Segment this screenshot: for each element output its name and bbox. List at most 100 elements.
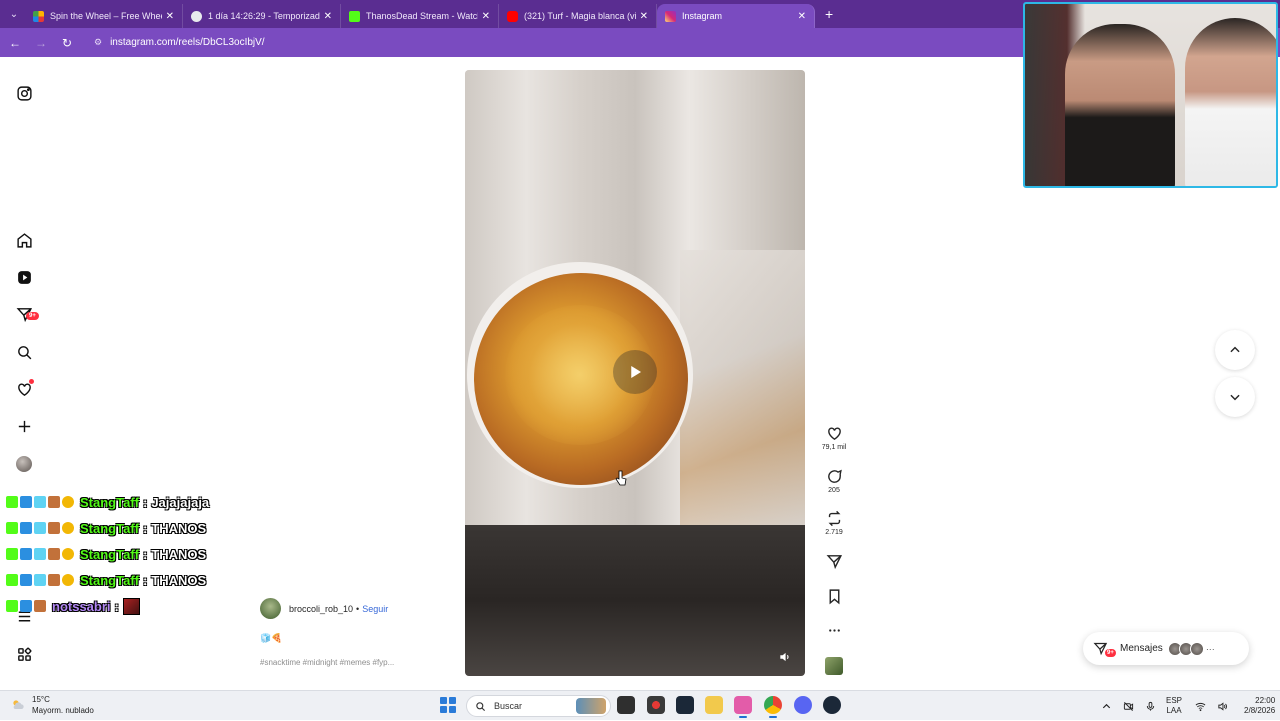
volume-icon[interactable]: [778, 650, 792, 664]
discord-icon[interactable]: [794, 696, 812, 714]
next-reel-button[interactable]: [1215, 377, 1255, 417]
audio-thumbnail[interactable]: [825, 657, 843, 675]
new-tab-button[interactable]: +: [825, 6, 833, 22]
windows-taskbar: 15°C Mayorm. nublado Buscar ESP LAA 22:0…: [0, 690, 1280, 720]
chat-message: notssabri :: [6, 593, 306, 619]
heart-icon[interactable]: [14, 379, 34, 399]
clock-date: 2/8/2026: [1244, 706, 1276, 715]
instagram-favicon-icon: [665, 10, 676, 22]
file-explorer-icon[interactable]: [705, 696, 723, 714]
taskbar-search[interactable]: Buscar: [466, 695, 611, 717]
weather-text: 15°C Mayorm. nublado: [32, 694, 94, 716]
url-text: instagram.com/reels/DbCL3ocIbjV/: [110, 37, 265, 48]
input-language[interactable]: ESP LAA: [1166, 696, 1182, 716]
close-tab-icon[interactable]: ✕: [166, 11, 174, 22]
meet-now-icon[interactable]: [1122, 700, 1134, 712]
chat-separator: :: [142, 520, 148, 536]
previous-reel-button[interactable]: [1215, 330, 1255, 370]
chat-username: StangTaff: [80, 546, 139, 562]
steam-app-icon[interactable]: [823, 696, 841, 714]
steam-icon[interactable]: [676, 696, 694, 714]
chat-message: StangTaff : THANOS: [6, 541, 306, 567]
comment-count: 205: [828, 487, 840, 494]
stream-app-icon[interactable]: [734, 696, 752, 718]
obs-icon[interactable]: [647, 696, 665, 714]
notifications-badge: 9+: [26, 312, 39, 320]
chat-badges: [6, 574, 76, 586]
chat-text: THANOS: [151, 546, 207, 562]
weather-widget[interactable]: 15°C Mayorm. nublado: [10, 694, 94, 716]
tab-temporizador[interactable]: 1 día 14:26:29 - Temporizador ✕: [183, 4, 341, 28]
chat-username: StangTaff: [80, 572, 139, 588]
share-action[interactable]: [818, 553, 850, 572]
profile-avatar[interactable]: [14, 454, 34, 474]
youtube-favicon-icon: [507, 10, 518, 22]
volume-icon[interactable]: [1216, 700, 1228, 712]
tray-chevron-up-icon[interactable]: [1100, 700, 1112, 712]
play-button[interactable]: [613, 350, 657, 394]
messages-badge: 9+: [1105, 649, 1116, 657]
streamer-webcam: [1023, 2, 1278, 188]
home-icon[interactable]: [14, 230, 34, 250]
comment-action[interactable]: 205: [818, 468, 850, 494]
chat-text: THANOS: [151, 572, 207, 588]
reel-video[interactable]: [465, 70, 805, 676]
weather-desc: Mayorm. nublado: [32, 706, 94, 715]
chat-username: notssabri: [52, 598, 111, 614]
messages-label: Mensajes: [1120, 643, 1163, 654]
caption-hashtags[interactable]: #snacktime #midnight #memes #fyp...: [260, 658, 460, 667]
chat-username: StangTaff: [80, 494, 139, 510]
meta-icon[interactable]: [14, 644, 34, 664]
wifi-icon[interactable]: [1194, 700, 1206, 712]
microphone-icon[interactable]: [1144, 700, 1156, 712]
chat-badges: [6, 522, 76, 534]
timer-favicon-icon: [191, 10, 202, 22]
tab-youtube-turf[interactable]: (321) Turf - Magia blanca (vide ✕: [499, 4, 657, 28]
clock[interactable]: 22:00 2/8/2026: [1244, 696, 1275, 716]
repost-action[interactable]: 2.719: [818, 510, 850, 536]
chat-message: StangTaff : THANOS: [6, 515, 306, 541]
more-options-action[interactable]: [818, 622, 850, 641]
follow-button[interactable]: Seguir: [362, 604, 388, 614]
reload-icon[interactable]: ↻: [56, 36, 78, 50]
close-tab-icon[interactable]: ✕: [640, 11, 648, 22]
task-view-icon[interactable]: [617, 696, 635, 714]
chrome-icon[interactable]: [764, 696, 782, 718]
tab-instagram[interactable]: Instagram ✕: [657, 4, 815, 28]
windows-start-icon[interactable]: [440, 697, 456, 713]
stream-chat-overlay: StangTaff : Jajajajaja StangTaff : THANO…: [6, 489, 306, 619]
marble-vein: [680, 250, 805, 525]
tab-title: ThanosDead Stream - Watch Li: [366, 11, 478, 21]
tab-thanosdead-stream[interactable]: ThanosDead Stream - Watch Li ✕: [341, 4, 499, 28]
share-icon: [826, 555, 842, 570]
tab-search-chevron-icon[interactable]: ⌄: [3, 3, 25, 25]
wheel-favicon-icon: [33, 10, 44, 22]
search-placeholder: Buscar: [494, 701, 523, 711]
instagram-logo-icon[interactable]: [14, 83, 34, 103]
save-action[interactable]: [818, 588, 850, 607]
author-separator: •: [356, 603, 360, 614]
close-tab-icon[interactable]: ✕: [324, 11, 332, 22]
tab-title: Spin the Wheel – Free Wheel Sp: [50, 11, 162, 21]
lang-top: ESP: [1166, 696, 1183, 705]
site-info-icon[interactable]: ⚙: [94, 37, 102, 48]
chat-username: StangTaff: [80, 520, 139, 536]
chat-text: Jajajajaja: [151, 494, 210, 510]
chevron-up-icon: [1230, 346, 1240, 353]
messages-more: ···: [1205, 643, 1215, 654]
close-tab-icon[interactable]: ✕: [798, 11, 806, 22]
search-icon[interactable]: [14, 342, 34, 362]
direct-icon[interactable]: 9+: [14, 304, 39, 324]
chat-message: StangTaff : THANOS: [6, 567, 306, 593]
back-arrow-icon[interactable]: ←: [4, 36, 26, 50]
reels-icon[interactable]: [14, 267, 34, 287]
create-icon[interactable]: [14, 416, 34, 436]
tab-spin-the-wheel[interactable]: Spin the Wheel – Free Wheel Sp ✕: [25, 4, 183, 28]
close-tab-icon[interactable]: ✕: [482, 11, 490, 22]
forward-arrow-icon[interactable]: →: [30, 36, 52, 50]
chat-badges: [6, 496, 76, 508]
like-action[interactable]: 79,1 mil: [818, 425, 850, 451]
chevron-down-icon: [1230, 394, 1240, 401]
address-bar[interactable]: ⚙ instagram.com/reels/DbCL3ocIbjV/: [86, 32, 1016, 54]
messages-button[interactable]: 9+ Mensajes ···: [1083, 632, 1249, 665]
